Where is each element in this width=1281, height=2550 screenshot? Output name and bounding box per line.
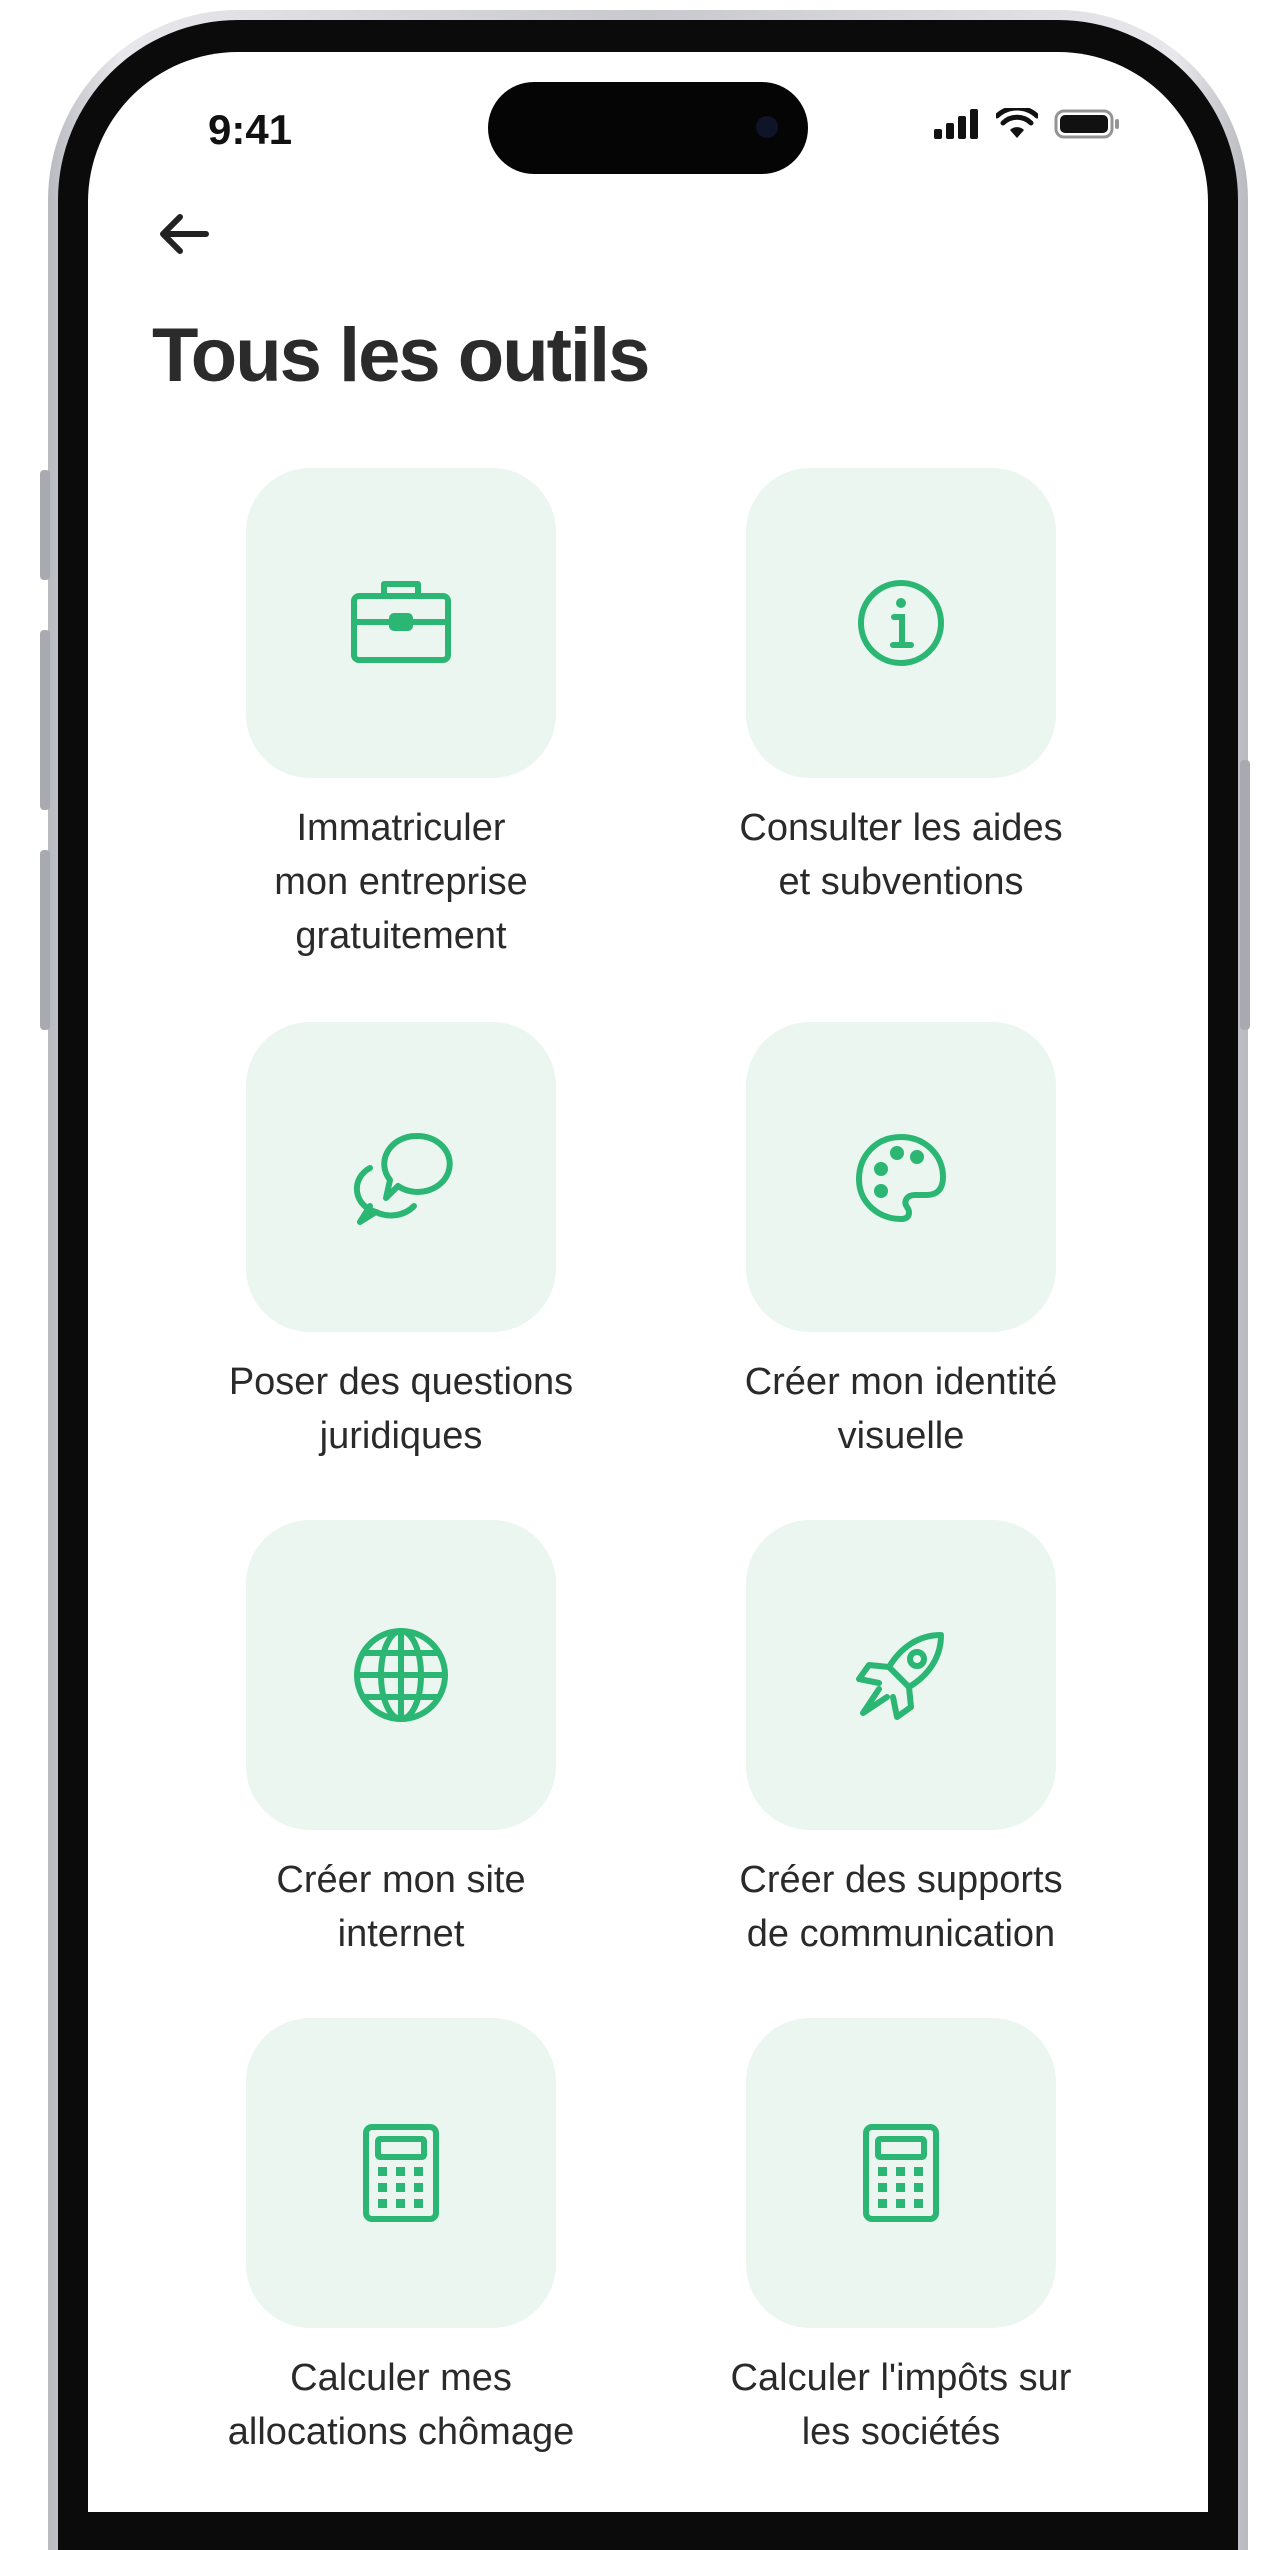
tool-corporate-tax[interactable]: Calculer l'impôts sur les sociétés	[731, 2018, 1071, 2453]
tool-icon-box	[746, 1520, 1056, 1830]
briefcase-icon	[346, 568, 456, 678]
tool-icon-box	[246, 2018, 556, 2328]
battery-icon	[1054, 108, 1120, 140]
front-camera	[756, 116, 778, 138]
signal-icon	[934, 109, 980, 139]
phone-power-button	[1240, 760, 1250, 1030]
tool-grants[interactable]: Consulter les aides et subventions	[739, 468, 1063, 903]
palette-icon	[851, 1127, 951, 1227]
tool-legal-questions[interactable]: Poser des questions juridiques	[229, 1022, 573, 1457]
tool-icon-box	[746, 468, 1056, 778]
chat-bubbles-icon	[346, 1122, 456, 1232]
tool-icon-box	[746, 2018, 1056, 2328]
tool-register-company[interactable]: Immatriculer mon entreprise gratuitement	[246, 468, 556, 957]
status-icons	[934, 108, 1120, 140]
tool-unemployment-benefits[interactable]: Calculer mes allocations chômage	[228, 2018, 574, 2453]
info-icon	[851, 573, 951, 673]
tool-label: Créer mon site internet	[276, 1859, 526, 1955]
status-time: 9:41	[208, 106, 293, 153]
globe-icon	[349, 1623, 453, 1727]
tool-icon-box	[246, 468, 556, 778]
tool-communication-materials[interactable]: Créer des supports de communication	[739, 1520, 1063, 1955]
tool-icon-box	[246, 1022, 556, 1332]
tool-label: Immatriculer mon entreprise gratuitement	[274, 807, 528, 957]
wifi-icon	[996, 108, 1038, 140]
phone-action-button	[40, 470, 50, 580]
arrow-left-icon	[152, 202, 216, 266]
tool-label: Poser des questions juridiques	[228, 1361, 574, 1457]
app-screen: 9:41 Tous les outils Immatriculer mon en…	[88, 52, 1208, 2512]
rocket-icon	[849, 1623, 953, 1727]
tool-visual-identity[interactable]: Créer mon identité visuelle	[745, 1022, 1057, 1457]
tool-label: Créer des supports de communication	[739, 1859, 1063, 1955]
tool-website[interactable]: Créer mon site internet	[246, 1520, 556, 1955]
tool-label: Consulter les aides et subventions	[739, 807, 1063, 903]
tool-label: Calculer mes allocations chômage	[227, 2357, 575, 2453]
calculator-icon	[356, 2121, 446, 2225]
page-title: Tous les outils	[152, 313, 650, 398]
calculator-icon	[856, 2121, 946, 2225]
dynamic-island	[488, 82, 808, 174]
phone-volume-down-button	[40, 850, 50, 1030]
tool-icon-box	[246, 1520, 556, 1830]
tool-label: Créer mon identité visuelle	[744, 1361, 1058, 1457]
tool-label: Calculer l'impôts sur les sociétés	[730, 2357, 1072, 2453]
tool-icon-box	[746, 1022, 1056, 1332]
back-button[interactable]	[152, 202, 216, 266]
phone-volume-up-button	[40, 630, 50, 810]
